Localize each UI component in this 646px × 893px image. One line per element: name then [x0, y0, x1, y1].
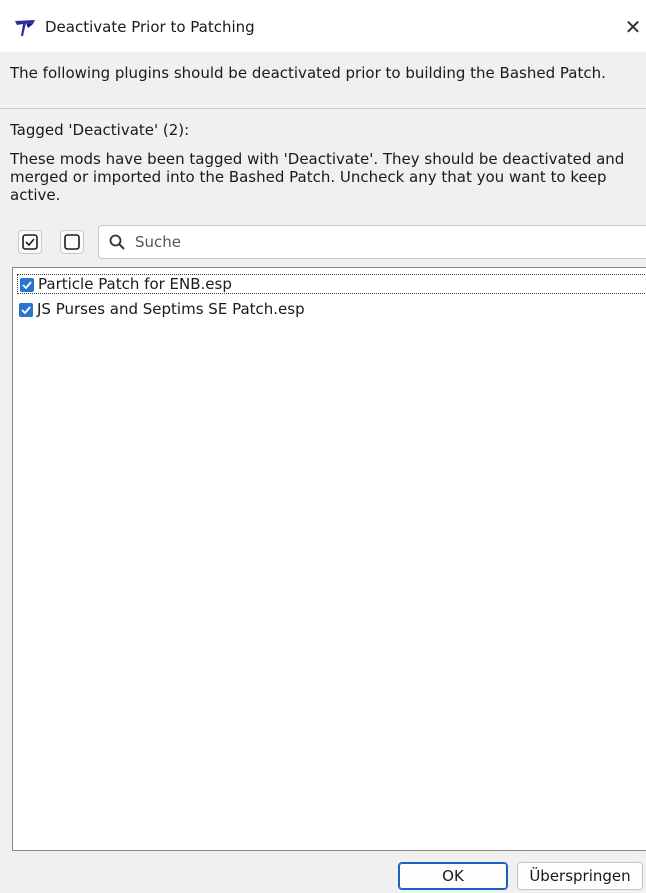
search-icon: [109, 234, 125, 250]
plugin-list[interactable]: Particle Patch for ENB.esp JS Purses and…: [12, 267, 646, 851]
check-all-button[interactable]: [18, 230, 42, 254]
empty-box-icon: [64, 234, 80, 250]
description-text: The following plugins should be deactiva…: [10, 64, 606, 82]
plugin-checkbox[interactable]: [19, 303, 33, 317]
close-icon: ✕: [624, 15, 642, 39]
skip-button[interactable]: Überspringen: [517, 862, 643, 890]
title-bar: Deactivate Prior to Patching ✕: [0, 0, 646, 52]
description-panel: The following plugins should be deactiva…: [0, 52, 646, 107]
wrye-bash-logo-icon: [15, 20, 35, 36]
divider: [0, 108, 646, 109]
plugin-checkbox[interactable]: [20, 278, 34, 292]
group-description: These mods have been tagged with 'Deacti…: [10, 150, 625, 204]
uncheck-all-button[interactable]: [60, 230, 84, 254]
search-box[interactable]: [98, 225, 646, 259]
list-item[interactable]: Particle Patch for ENB.esp: [17, 274, 646, 294]
checkmark-icon: [22, 281, 32, 290]
ok-button[interactable]: OK: [398, 862, 508, 890]
close-button[interactable]: ✕: [620, 12, 646, 42]
plugin-name: JS Purses and Septims SE Patch.esp: [37, 300, 305, 318]
window-title: Deactivate Prior to Patching: [45, 18, 255, 36]
plugin-name: Particle Patch for ENB.esp: [38, 275, 232, 293]
checkmark-icon: [21, 306, 31, 315]
list-item[interactable]: JS Purses and Septims SE Patch.esp: [17, 300, 646, 320]
search-input[interactable]: [135, 232, 635, 252]
group-label: Tagged 'Deactivate' (2):: [10, 121, 190, 139]
checked-box-icon: [22, 234, 38, 250]
